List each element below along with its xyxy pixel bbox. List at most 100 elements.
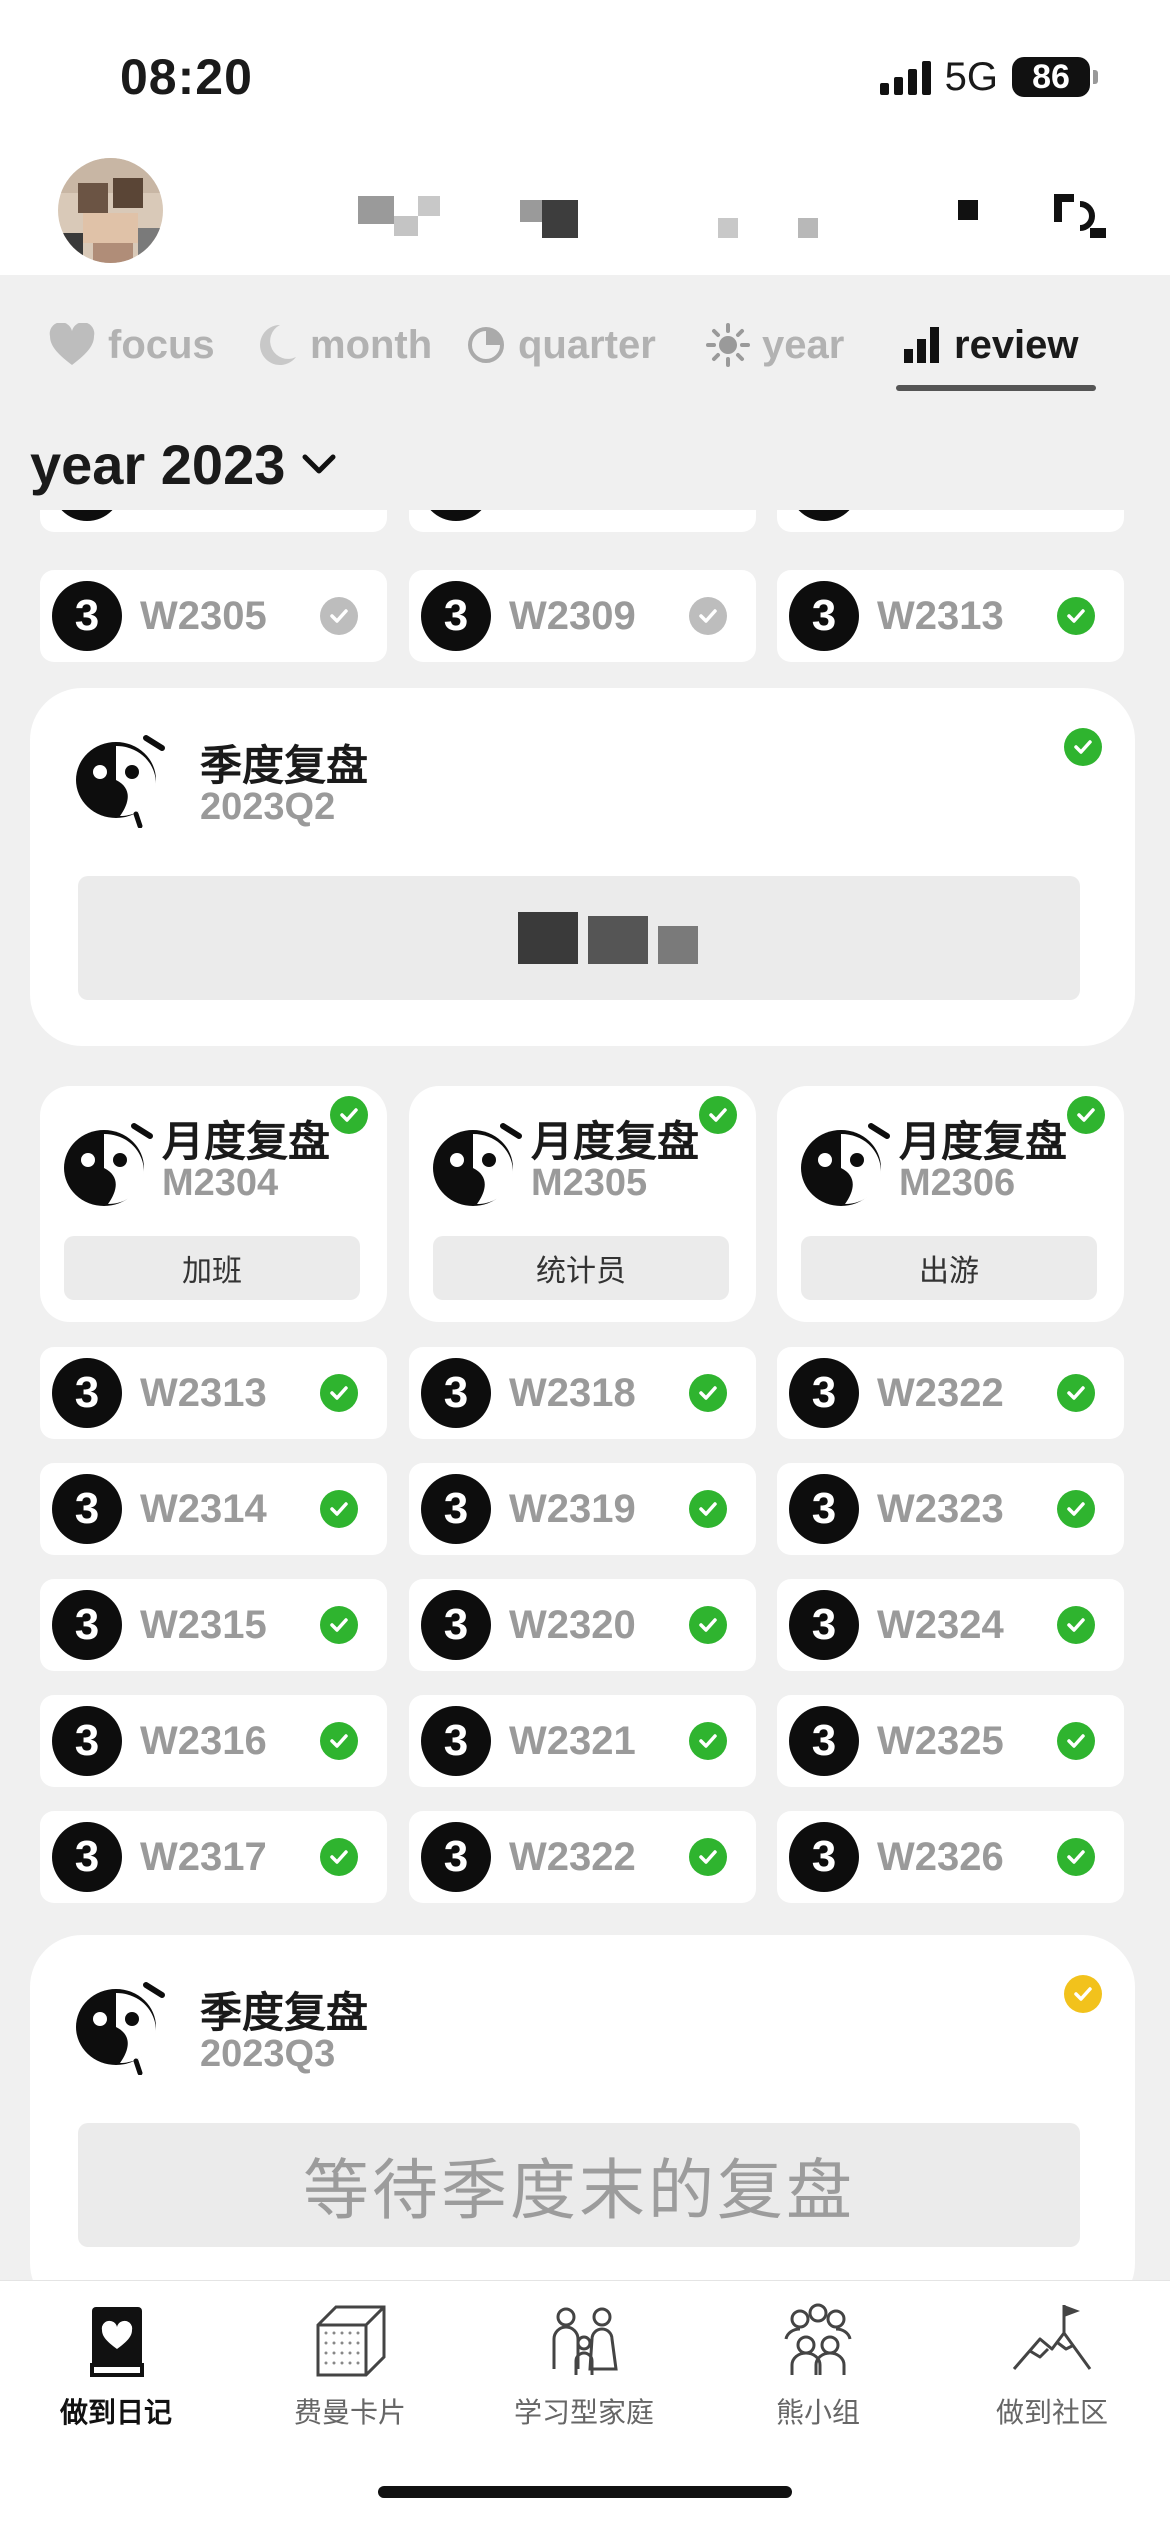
tab-year[interactable]: year (706, 315, 844, 375)
week-review-item[interactable]: 3 W2313 (40, 1347, 387, 1439)
penguin-logo-icon (76, 735, 165, 828)
week-badge-icon: 3 (421, 1474, 491, 1544)
nav-bear-group[interactable]: 熊小组 (718, 2299, 918, 2431)
done-check-icon (689, 1374, 727, 1412)
week-review-item[interactable]: 3 W2309 (409, 570, 756, 662)
done-check-icon (689, 1722, 727, 1760)
done-check-icon (689, 1606, 727, 1644)
month-tag-button[interactable]: 出游 (801, 1236, 1097, 1300)
week-label: W2322 (877, 1371, 1004, 1415)
week-review-item[interactable]: 3 W2315 (40, 1579, 387, 1671)
nav-diary[interactable]: 做到日记 (16, 2299, 216, 2431)
tab-quarter[interactable]: quarter (466, 315, 656, 375)
week-review-item[interactable]: 3 W2305 (40, 570, 387, 662)
week-review-item[interactable]: 3 W2312 (777, 510, 1124, 532)
week-review-item[interactable]: 3 W2322 (409, 1811, 756, 1903)
nav-community[interactable]: 做到社区 (952, 2299, 1152, 2431)
quarter-review-card[interactable]: 季度复盘 2023Q3 等待季度末的复盘 (30, 1935, 1135, 2280)
week-label: W2318 (509, 1371, 636, 1415)
week-badge-icon: 3 (789, 1358, 859, 1428)
tab-label: month (310, 322, 433, 367)
tab-label: quarter (518, 322, 656, 367)
week-badge-icon: 3 (421, 581, 491, 651)
week-label: W2304 (140, 510, 267, 532)
month-tag-button[interactable]: 加班 (64, 1236, 360, 1300)
scan-icon[interactable] (1050, 190, 1110, 240)
quarter-title: 季度复盘 (200, 742, 369, 789)
month-title: 月度复盘 (531, 1118, 700, 1165)
done-check-icon (330, 1096, 368, 1134)
nav-learning-family[interactable]: 学习型家庭 (484, 2299, 684, 2431)
nav-feynman-cards[interactable]: 费曼卡片 (250, 2299, 450, 2431)
month-title: 月度复盘 (162, 1118, 331, 1165)
week-badge-icon: 3 (421, 1590, 491, 1660)
done-check-icon (689, 1490, 727, 1528)
month-tag-button[interactable]: 统计员 (433, 1236, 729, 1300)
header (0, 150, 1170, 275)
incomplete-check-icon (320, 597, 358, 635)
week-review-item[interactable]: 3 W2320 (409, 1579, 756, 1671)
pending-check-icon (1064, 1975, 1102, 2013)
week-badge-icon: 3 (52, 1706, 122, 1776)
nav-label: 费曼卡片 (293, 2397, 406, 2428)
week-review-item[interactable]: 3 W2323 (777, 1463, 1124, 1555)
tab-label: year (762, 322, 845, 367)
penguin-logo-icon (76, 1982, 165, 2075)
week-review-item[interactable]: 3 W2325 (777, 1695, 1124, 1787)
obscured-title (520, 200, 542, 222)
quarter-review-summary[interactable] (78, 876, 1080, 1000)
week-label: W2313 (877, 594, 1004, 638)
week-review-item[interactable]: 3 W2318 (409, 1347, 756, 1439)
done-check-icon (1057, 597, 1095, 635)
tab-active-underline (896, 385, 1096, 391)
week-review-item[interactable]: 3 W2313 (777, 570, 1124, 662)
done-check-icon (1057, 1722, 1095, 1760)
week-review-item[interactable]: 3 W2326 (777, 1811, 1124, 1903)
obscured-title (542, 200, 578, 238)
week-label: W2313 (140, 1371, 267, 1415)
incomplete-check-icon (689, 597, 727, 635)
week-review-item[interactable]: 3 W2317 (40, 1811, 387, 1903)
year-selector[interactable]: year 2023 (30, 432, 337, 497)
family-icon (552, 2307, 618, 2375)
week-label: W2326 (877, 1835, 1004, 1879)
week-review-item[interactable]: 3 W2304 (40, 510, 387, 532)
tab-month[interactable]: month (258, 315, 432, 375)
week-review-item[interactable]: 3 W2319 (409, 1463, 756, 1555)
quarter-review-card[interactable]: 季度复盘 2023Q2 (30, 688, 1135, 1046)
diary-book-icon (90, 2307, 144, 2377)
signal-icon (879, 59, 931, 95)
week-review-item[interactable]: 3 W2308 (409, 510, 756, 532)
week-review-item[interactable]: 3 W2316 (40, 1695, 387, 1787)
month-title: 月度复盘 (899, 1118, 1068, 1165)
week-badge-icon: 3 (52, 510, 122, 521)
month-review-card[interactable]: 月度复盘 M2304 加班 (40, 1086, 387, 1322)
week-review-item[interactable]: 3 W2324 (777, 1579, 1124, 1671)
month-review-card[interactable]: 月度复盘 M2306 出游 (777, 1086, 1124, 1322)
quarter-code: 2023Q2 (200, 786, 336, 828)
tab-label: review (954, 322, 1079, 367)
quarter-code: 2023Q3 (200, 2033, 336, 2075)
avatar[interactable] (58, 158, 163, 263)
done-check-icon (320, 1838, 358, 1876)
tab-bar: focus month quarter year review (0, 300, 1170, 410)
week-label: W2308 (509, 510, 636, 532)
status-bar: 08:20 5G 86 (0, 0, 1170, 150)
month-review-card[interactable]: 月度复盘 M2305 统计员 (409, 1086, 756, 1322)
week-badge-icon: 3 (421, 510, 491, 521)
month-code: M2304 (162, 1162, 279, 1204)
penguin-logo-icon (801, 1123, 890, 1206)
tab-review[interactable]: review (902, 315, 1079, 375)
week-review-item[interactable]: 3 W2314 (40, 1463, 387, 1555)
quarter-review-pending: 等待季度末的复盘 (78, 2123, 1080, 2247)
done-check-icon (1064, 728, 1102, 766)
tab-focus[interactable]: focus (48, 315, 215, 375)
week-review-item[interactable]: 3 W2322 (777, 1347, 1124, 1439)
status-time: 08:20 (120, 49, 253, 105)
pending-text: 等待季度末的复盘 (303, 2153, 855, 2227)
review-list[interactable]: 季度复盘 2023Q2 季度复盘 2023Q3 等待季度末的复盘 3W23043… (0, 510, 1170, 2280)
week-label: W2309 (509, 594, 636, 638)
obscured-title (418, 196, 440, 216)
obscured-title (958, 200, 978, 220)
week-review-item[interactable]: 3 W2321 (409, 1695, 756, 1787)
